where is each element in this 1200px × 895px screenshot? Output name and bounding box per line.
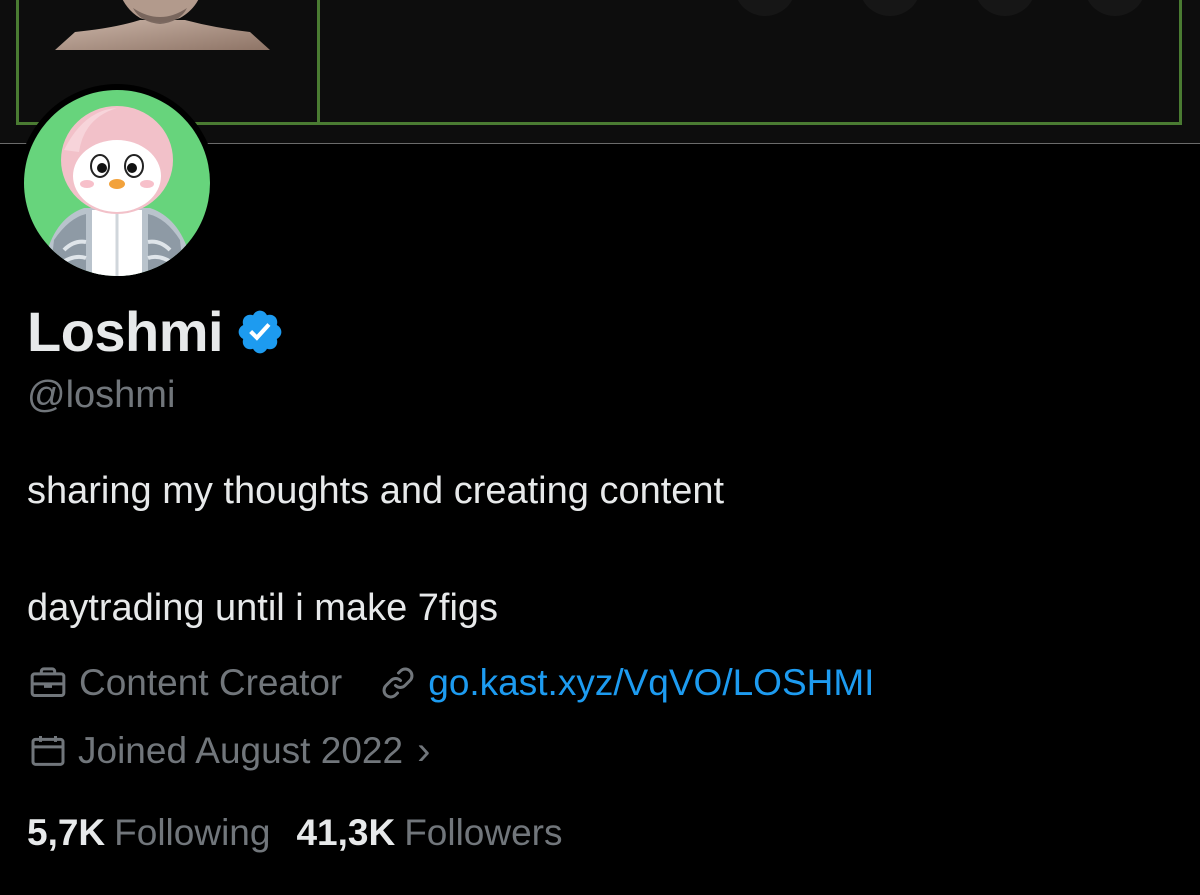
calendar-icon (31, 736, 65, 766)
penguin-avatar-icon (42, 106, 194, 276)
name-row: Loshmi (27, 296, 285, 366)
bio-line-2: daytrading until i make 7figs (27, 587, 499, 629)
banner-person-image (55, 0, 270, 50)
followers-label: Followers (404, 812, 563, 853)
briefcase-icon (30, 667, 66, 697)
link-icon (382, 667, 414, 699)
display-name: Loshmi (27, 299, 224, 363)
bio-line-1: sharing my thoughts and creating content (27, 470, 725, 512)
follow-stats: 5,7K Following 41,3K Followers (27, 808, 563, 858)
following-count: 5,7K (27, 812, 106, 853)
avatar-image (24, 90, 210, 276)
joined-row[interactable]: Joined August 2022 › (27, 728, 430, 774)
verified-badge-icon[interactable] (235, 307, 285, 357)
followers-count: 41,3K (296, 812, 396, 853)
profile-category: Content Creator (79, 662, 343, 703)
joined-date: Joined August 2022 (78, 730, 404, 771)
profile-link[interactable]: go.kast.xyz/VqVO/LOSHMI (428, 662, 874, 704)
handle: @loshmi (27, 374, 176, 416)
following-stat[interactable]: 5,7K Following (27, 812, 270, 854)
following-label: Following (114, 812, 271, 853)
chevron-right-icon: › (417, 728, 431, 773)
followers-stat[interactable]: 41,3K Followers (296, 812, 562, 854)
profile-meta-row: Content Creator go.kast.xyz/VqVO/LOSHMI (27, 660, 874, 706)
avatar[interactable] (18, 84, 216, 282)
banner-divider (317, 0, 320, 125)
